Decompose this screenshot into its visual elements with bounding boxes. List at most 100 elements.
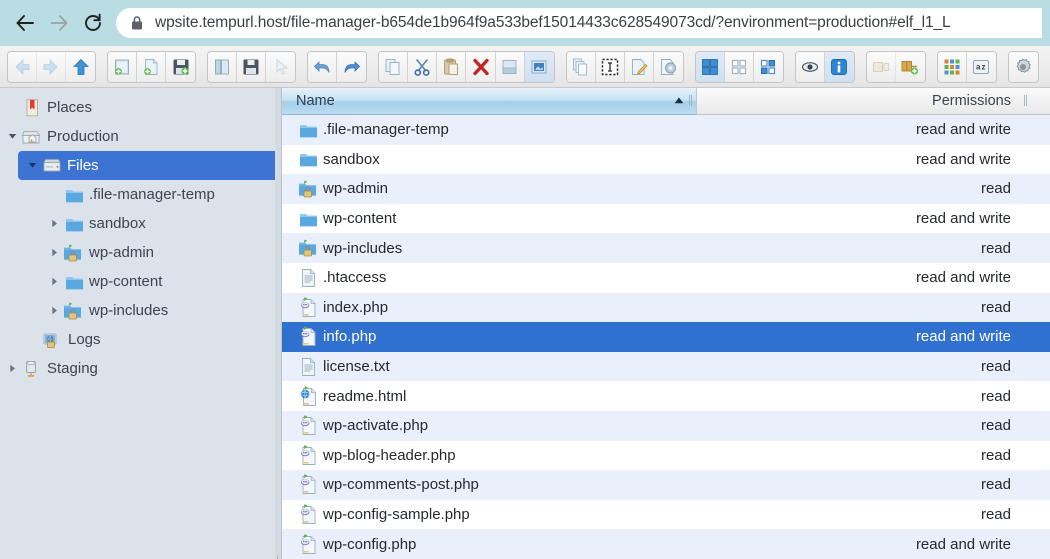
file-name-cell: wp-comments-post.php — [323, 476, 479, 494]
undo-icon — [314, 60, 330, 73]
tree-item-file-manager-temp[interactable]: .file-manager-temp — [0, 180, 281, 209]
table-row[interactable]: wp-comments-post.php read — [282, 470, 1050, 500]
chevron-right-icon[interactable] — [46, 277, 62, 286]
package-gear-icon — [661, 58, 677, 75]
column-resize-handle-permissions[interactable] — [1024, 95, 1028, 106]
archive-extract-icon — [872, 61, 889, 72]
chevron-down-icon[interactable] — [24, 161, 40, 170]
info-button[interactable] — [824, 51, 854, 82]
php-file-icon — [294, 297, 323, 318]
file-permissions-cell: read — [980, 387, 1011, 405]
edit-text-button[interactable] — [624, 51, 654, 82]
column-resize-handle-name[interactable] — [689, 95, 693, 106]
folder-icon — [62, 187, 86, 203]
table-row[interactable]: wp-includes read — [282, 233, 1050, 263]
tree-item-wp-includes[interactable]: wp-includes — [0, 296, 281, 325]
tree-item-production[interactable]: Production — [0, 122, 281, 151]
tree-item-files[interactable]: Files — [18, 151, 281, 180]
table-row[interactable]: license.txt read — [282, 351, 1050, 382]
sort-ascending-icon — [674, 97, 684, 104]
file-permissions-cell: read — [980, 417, 1011, 435]
upload-button[interactable] — [166, 51, 196, 82]
edit-image-icon — [531, 60, 547, 73]
table-row[interactable]: wp-activate.php read — [282, 410, 1050, 441]
chevron-right-icon[interactable] — [4, 364, 20, 373]
tree-item-staging[interactable]: Staging — [0, 354, 281, 383]
column-header-permissions[interactable]: Permissions — [697, 88, 1050, 115]
tree-item-sandbox[interactable]: sandbox — [0, 209, 281, 238]
toolbar-group-inspect — [794, 50, 855, 83]
file-list-header: Name Permissions — [282, 88, 1050, 115]
file-name-cell: info.php — [323, 328, 377, 346]
browser-forward-button[interactable] — [42, 6, 76, 40]
file-permissions-cell: read — [980, 446, 1011, 464]
download-button[interactable] — [237, 51, 267, 82]
duplicate-button[interactable] — [566, 51, 596, 82]
php-file-icon — [294, 504, 323, 525]
tree-item-places[interactable]: Places — [0, 93, 281, 122]
permissions-button[interactable] — [937, 51, 967, 82]
folder-lock-icon — [62, 244, 86, 262]
file-list-rows: .file-manager-temp read and write sandbox r… — [282, 115, 1050, 559]
new-folder-button[interactable] — [108, 51, 138, 82]
table-row[interactable]: wp-blog-header.php read — [282, 440, 1050, 471]
chevron-right-icon[interactable] — [46, 219, 62, 228]
table-row[interactable]: wp-content read and write — [282, 203, 1050, 234]
table-row[interactable]: sandbox read and write — [282, 144, 1050, 175]
copy-button[interactable] — [379, 51, 409, 82]
archive-button[interactable] — [653, 51, 683, 82]
marquee-select-button[interactable] — [595, 51, 625, 82]
table-row[interactable]: wp-admin read — [282, 174, 1050, 204]
table-row[interactable]: .htaccess read and write — [282, 262, 1050, 293]
folder-icon — [294, 211, 323, 227]
tree-item-logs[interactable]: Logs — [0, 325, 281, 354]
rename-button[interactable] — [495, 51, 525, 82]
svg-text:z: z — [982, 62, 986, 71]
grid-large-icon — [701, 58, 718, 75]
view-list-button[interactable] — [724, 51, 754, 82]
tree-item-label: Production — [47, 128, 119, 145]
preview-button[interactable] — [795, 51, 825, 82]
scissors-icon — [414, 58, 430, 76]
url-bar[interactable]: wpsite.tempurl.host/file-manager-b654de1… — [116, 8, 1042, 38]
folder-lock-icon — [294, 180, 323, 198]
paste-button[interactable] — [437, 51, 467, 82]
up-button[interactable] — [66, 51, 96, 82]
back-button[interactable] — [8, 51, 38, 82]
server-icon — [20, 360, 44, 378]
open-button[interactable] — [208, 51, 238, 82]
chevron-right-icon[interactable] — [46, 248, 62, 257]
column-header-name[interactable]: Name — [282, 88, 697, 115]
table-row[interactable]: info.php read and write — [282, 322, 1050, 352]
delete-button[interactable] — [466, 51, 496, 82]
text-file-icon — [294, 357, 323, 377]
table-row[interactable]: wp-config-sample.php read — [282, 499, 1050, 530]
view-icons-button[interactable] — [695, 51, 725, 82]
compress-button[interactable] — [895, 51, 925, 82]
browser-back-button[interactable] — [8, 6, 42, 40]
view-mixed-button[interactable] — [753, 51, 783, 82]
browser-reload-button[interactable] — [76, 6, 110, 40]
file-add-icon — [144, 58, 158, 75]
eye-icon — [801, 61, 818, 72]
select-button[interactable] — [266, 51, 296, 82]
chevron-down-icon[interactable] — [4, 132, 20, 141]
table-row[interactable]: index.php read — [282, 292, 1050, 323]
redo-button[interactable] — [337, 51, 367, 82]
table-row[interactable]: readme.html read — [282, 381, 1050, 411]
new-file-button[interactable] — [137, 51, 167, 82]
table-row[interactable]: wp-config.php read and write — [282, 529, 1050, 559]
edit-image-button[interactable] — [524, 51, 554, 82]
preferences-button[interactable] — [1008, 51, 1038, 82]
sort-button[interactable]: a z — [966, 51, 996, 82]
cut-button[interactable] — [408, 51, 438, 82]
forward-button[interactable] — [37, 51, 67, 82]
file-permissions-cell: read and write — [915, 121, 1011, 139]
table-row[interactable]: .file-manager-temp read and write — [282, 115, 1050, 145]
tree-item-wp-admin[interactable]: wp-admin — [0, 238, 281, 267]
tree-item-wp-content[interactable]: wp-content — [0, 267, 281, 296]
extract-button[interactable] — [866, 51, 896, 82]
chevron-right-icon[interactable] — [46, 306, 62, 315]
file-permissions-cell: read — [980, 476, 1011, 494]
undo-button[interactable] — [308, 51, 338, 82]
